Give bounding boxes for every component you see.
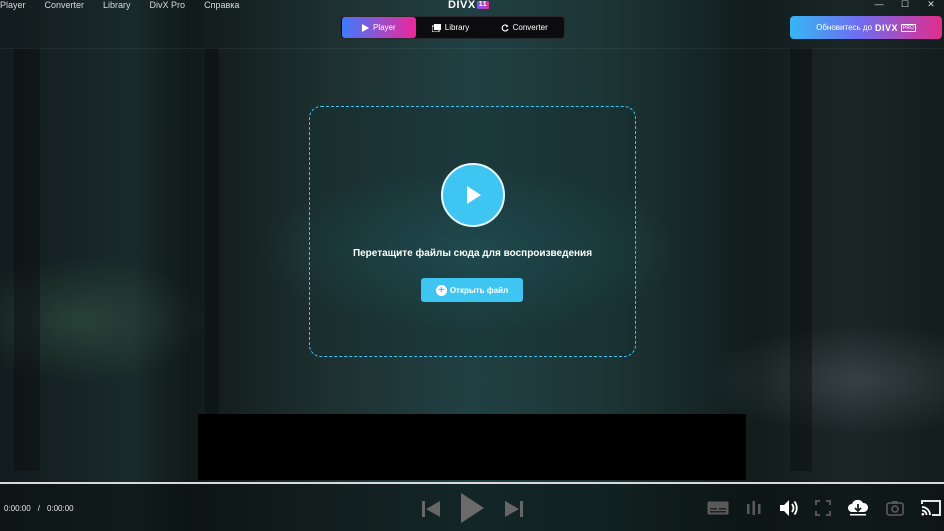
menu-converter[interactable]: Converter <box>45 0 91 12</box>
volume-button[interactable] <box>778 498 800 518</box>
menu-bar: Player Converter Library DivX Pro Справк… <box>0 0 258 12</box>
tab-player-label: Player <box>372 23 396 32</box>
tab-library[interactable]: Library <box>416 17 486 38</box>
control-bar: 0:00:00 / 0:00:00 <box>0 484 944 531</box>
fullscreen-icon <box>815 500 831 516</box>
play-icon <box>361 23 369 32</box>
tab-converter-label: Converter <box>512 23 548 32</box>
tab-library-label: Library <box>444 23 470 32</box>
logo-version-badge: 11 <box>476 1 490 9</box>
plus-icon: + <box>435 284 447 296</box>
header-divider <box>0 48 944 49</box>
camera-icon <box>886 501 904 516</box>
skip-next-icon <box>505 501 523 517</box>
file-drop-zone[interactable]: Перетащите файлы сюда для воспроизведени… <box>309 106 636 357</box>
maximize-button[interactable]: ☐ <box>900 0 910 9</box>
background-tree <box>205 48 219 471</box>
converter-icon <box>501 23 509 31</box>
upgrade-button[interactable]: Обновитесь до DIVX PRO <box>790 16 942 39</box>
library-icon <box>431 23 441 32</box>
tab-player[interactable]: Player <box>342 17 416 38</box>
cloud-download-button[interactable] <box>846 497 870 517</box>
previous-button[interactable] <box>421 499 441 519</box>
big-play-button[interactable] <box>441 163 505 227</box>
cloud-download-icon <box>848 499 869 516</box>
skip-previous-icon <box>422 501 440 517</box>
audio-track-button[interactable] <box>745 499 763 517</box>
play-icon <box>461 493 484 523</box>
background-tree <box>14 48 40 471</box>
volume-icon <box>780 500 798 516</box>
fullscreen-button[interactable] <box>814 499 832 517</box>
subtitles-icon <box>707 501 729 515</box>
tab-converter[interactable]: Converter <box>485 17 563 38</box>
menu-help[interactable]: Справка <box>204 0 245 12</box>
total-time: 0:00:00 <box>46 504 74 513</box>
subtitles-button[interactable] <box>707 500 729 516</box>
close-button[interactable]: ✕ <box>926 0 936 9</box>
play-icon <box>467 186 481 204</box>
menu-library[interactable]: Library <box>103 0 137 12</box>
open-file-label: Открыть файл <box>449 285 509 295</box>
current-time: 0:00:00 <box>4 504 31 513</box>
time-separator: / <box>37 504 40 513</box>
menu-divx-pro[interactable]: DivX Pro <box>150 0 192 12</box>
upgrade-brand: DIVX <box>875 22 899 33</box>
audio-bars-icon <box>747 501 761 515</box>
next-button[interactable] <box>504 499 524 519</box>
play-button[interactable] <box>457 491 487 525</box>
minimize-button[interactable]: — <box>874 0 884 9</box>
menu-player[interactable]: Player <box>0 0 32 12</box>
video-frame <box>198 414 746 480</box>
snapshot-button[interactable] <box>885 499 905 517</box>
time-display: 0:00:00 / 0:00:00 <box>4 504 74 513</box>
cast-icon <box>921 500 941 516</box>
drop-instructions: Перетащите файлы сюда для воспроизведени… <box>352 248 593 259</box>
background-tree <box>790 48 812 471</box>
open-file-button[interactable]: + Открыть файл <box>421 278 523 302</box>
upgrade-label: Обновитесь до <box>816 23 873 32</box>
divx-logo: DIVX 11 <box>448 0 490 11</box>
logo-text: DIVX <box>448 0 476 11</box>
upgrade-pro-badge: PRO <box>901 23 916 32</box>
cast-button[interactable] <box>920 498 942 518</box>
window-controls: — ☐ ✕ <box>874 0 944 9</box>
mode-tabs: Player Library Converter <box>340 16 565 39</box>
